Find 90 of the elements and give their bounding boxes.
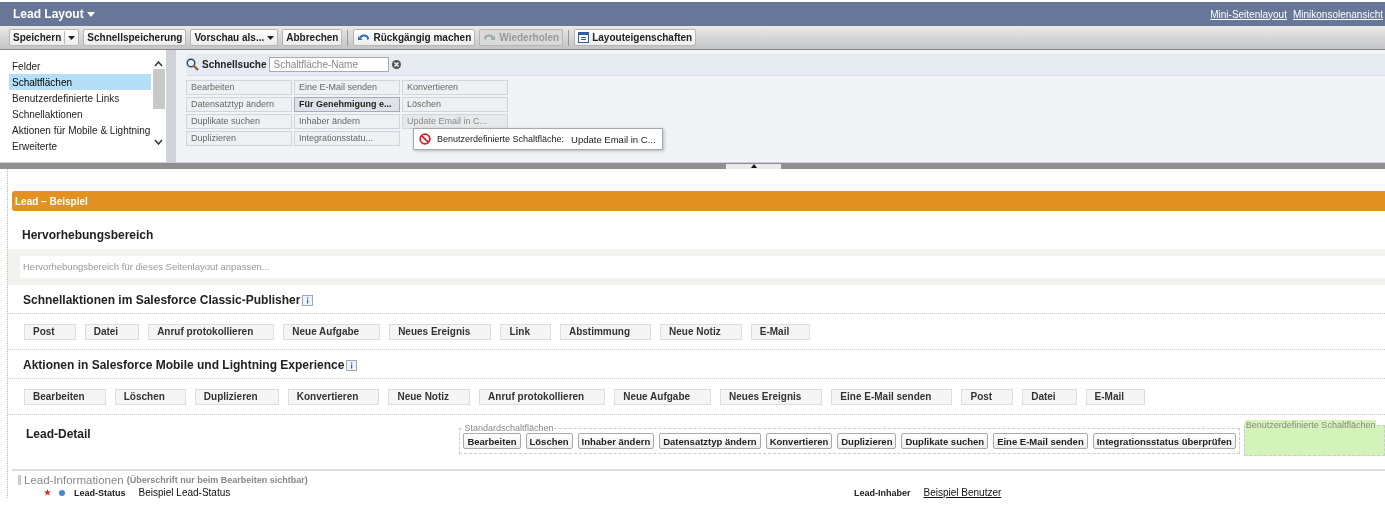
undo-icon bbox=[357, 32, 371, 43]
detail-button[interactable]: Konvertieren bbox=[765, 433, 833, 449]
toolbar-button[interactable]: Rückgängig machen bbox=[353, 29, 476, 46]
detail-button[interactable]: Datensatztyp ändern bbox=[659, 433, 761, 449]
field-label: Lead-Status bbox=[74, 487, 126, 498]
action-item[interactable]: Duplizieren bbox=[194, 389, 279, 405]
action-item[interactable]: Neue Aufgabe bbox=[614, 389, 712, 405]
action-item[interactable]: Neues Ereignis bbox=[720, 389, 823, 405]
search-field[interactable]: Schaltfläche-Name bbox=[269, 57, 390, 72]
category-item[interactable]: Schaltflächen bbox=[9, 74, 151, 90]
caret-icon bbox=[86, 11, 95, 17]
detail-button[interactable]: Duplizieren bbox=[837, 433, 897, 449]
scroll-down-icon[interactable] bbox=[154, 139, 163, 145]
action-item[interactable]: Eine E-Mail senden bbox=[831, 389, 953, 405]
toolbar-separator bbox=[347, 29, 349, 46]
action-item[interactable]: Neues Ereignis bbox=[389, 324, 492, 340]
toolbar-button[interactable]: Schnellspeicherung bbox=[83, 29, 187, 46]
info-icon[interactable] bbox=[346, 359, 358, 371]
redo-icon bbox=[483, 32, 497, 43]
action-item[interactable]: Neue Aufgabe bbox=[283, 324, 381, 340]
action-item[interactable]: Neue Notiz bbox=[388, 389, 471, 405]
caret-icon bbox=[68, 35, 76, 40]
toolbar-button[interactable]: Vorschau als... bbox=[190, 29, 279, 46]
clear-icon[interactable] bbox=[392, 60, 402, 69]
section-heading: Lead-Detail bbox=[26, 427, 92, 441]
header-link[interactable]: Minikonsolenansicht bbox=[1292, 8, 1383, 20]
action-item[interactable]: Konvertieren bbox=[287, 389, 380, 405]
tooltip-label: Benutzerdefinierte Schaltfläche: bbox=[437, 134, 565, 144]
palette-button[interactable]: Integrationsstatu... bbox=[294, 131, 400, 146]
properties-icon bbox=[578, 32, 590, 43]
action-item[interactable]: Bearbeiten bbox=[24, 389, 106, 405]
info-icon[interactable] bbox=[302, 294, 314, 306]
collapse-handle[interactable] bbox=[726, 164, 781, 169]
action-item[interactable]: Datei bbox=[1022, 389, 1077, 405]
layout-name: Lead – Beispiel bbox=[15, 195, 88, 207]
drag-handle-icon[interactable] bbox=[18, 474, 21, 486]
section-heading: Lead-Informationen bbox=[24, 474, 124, 486]
palette-button[interactable]: Bearbeiten bbox=[186, 80, 292, 95]
search-label: Schnellsuche bbox=[202, 59, 267, 70]
picklist-dot-icon bbox=[59, 489, 65, 496]
action-item[interactable]: Post bbox=[24, 324, 76, 340]
palette-button[interactable]: Datensatztyp ändern bbox=[186, 97, 292, 112]
scroll-up-icon[interactable] bbox=[154, 61, 163, 67]
action-item[interactable]: Anruf protokollieren bbox=[479, 389, 606, 405]
caret-icon bbox=[267, 35, 275, 40]
action-item[interactable]: Abstimmung bbox=[559, 324, 652, 340]
search-icon bbox=[186, 58, 199, 71]
action-item[interactable]: E-Mail bbox=[750, 324, 811, 340]
section-heading: Hervorhebungsbereich bbox=[22, 228, 155, 242]
palette-button[interactable]: Duplikate suchen bbox=[186, 114, 292, 129]
category-item[interactable]: Erweiterte bbox=[9, 138, 151, 154]
category-item[interactable]: Schnellaktionen bbox=[9, 106, 151, 122]
palette-button[interactable]: Für Genehmigung e... bbox=[294, 97, 400, 112]
field-value: Beispiel Lead-Status bbox=[138, 487, 231, 498]
palette-button[interactable]: Inhaber ändern bbox=[294, 114, 400, 129]
palette-button[interactable]: Duplizieren bbox=[186, 131, 292, 146]
action-item[interactable]: E-Mail bbox=[1085, 389, 1146, 405]
action-item[interactable]: Anruf protokollieren bbox=[148, 324, 275, 340]
tooltip-value: Update Email in C... bbox=[571, 133, 656, 145]
category-item[interactable]: Felder bbox=[9, 58, 151, 74]
palette-button[interactable]: Konvertieren bbox=[402, 80, 508, 95]
group-legend: Standardschaltflächen bbox=[463, 423, 555, 433]
section-heading: Aktionen in Salesforce Mobile und Lightning Experience bbox=[23, 358, 345, 372]
toolbar-button[interactable]: Speichern bbox=[9, 29, 80, 46]
toolbar-separator bbox=[568, 29, 570, 46]
detail-button[interactable]: Integrationsstatus überprüfen bbox=[1092, 433, 1236, 449]
blocked-icon bbox=[419, 133, 431, 145]
header-link[interactable]: Mini-Seitenlayout bbox=[1210, 8, 1287, 20]
category-item[interactable]: Aktionen für Mobile & Lightning bbox=[9, 122, 151, 138]
action-item[interactable]: Löschen bbox=[114, 389, 186, 405]
detail-button[interactable]: Bearbeiten bbox=[463, 433, 521, 449]
palette-button[interactable]: Eine E-Mail senden bbox=[294, 80, 400, 95]
action-item[interactable]: Post bbox=[961, 389, 1014, 405]
field-label: Lead-Inhaber bbox=[854, 487, 911, 498]
action-item[interactable]: Neue Notiz bbox=[660, 324, 742, 340]
toolbar-button[interactable]: Abbrechen bbox=[282, 29, 343, 46]
layout-title-menu[interactable]: Lead Layout bbox=[13, 7, 95, 21]
detail-button[interactable]: Eine E-Mail senden bbox=[993, 433, 1088, 449]
group-legend: Benutzerdefinierte Schaltflächen bbox=[1244, 420, 1377, 430]
action-item[interactable]: Datei bbox=[84, 324, 140, 340]
palette-button[interactable]: Löschen bbox=[402, 97, 508, 112]
action-item[interactable]: Link bbox=[500, 324, 551, 340]
field-link[interactable]: Beispiel Benutzer bbox=[923, 487, 1002, 498]
category-item[interactable]: Benutzerdefinierte Links bbox=[9, 90, 151, 106]
section-note: (Überschrift nur beim Bearbeiten sichtbar) bbox=[126, 475, 308, 485]
detail-button[interactable]: Löschen bbox=[525, 433, 573, 449]
detail-button[interactable]: Duplikate suchen bbox=[901, 433, 989, 449]
toolbar-button[interactable]: Layouteigenschaften bbox=[574, 29, 697, 46]
detail-button[interactable]: Inhaber ändern bbox=[577, 433, 655, 449]
section-heading: Schnellaktionen im Salesforce Classic-Publisher bbox=[23, 293, 301, 307]
